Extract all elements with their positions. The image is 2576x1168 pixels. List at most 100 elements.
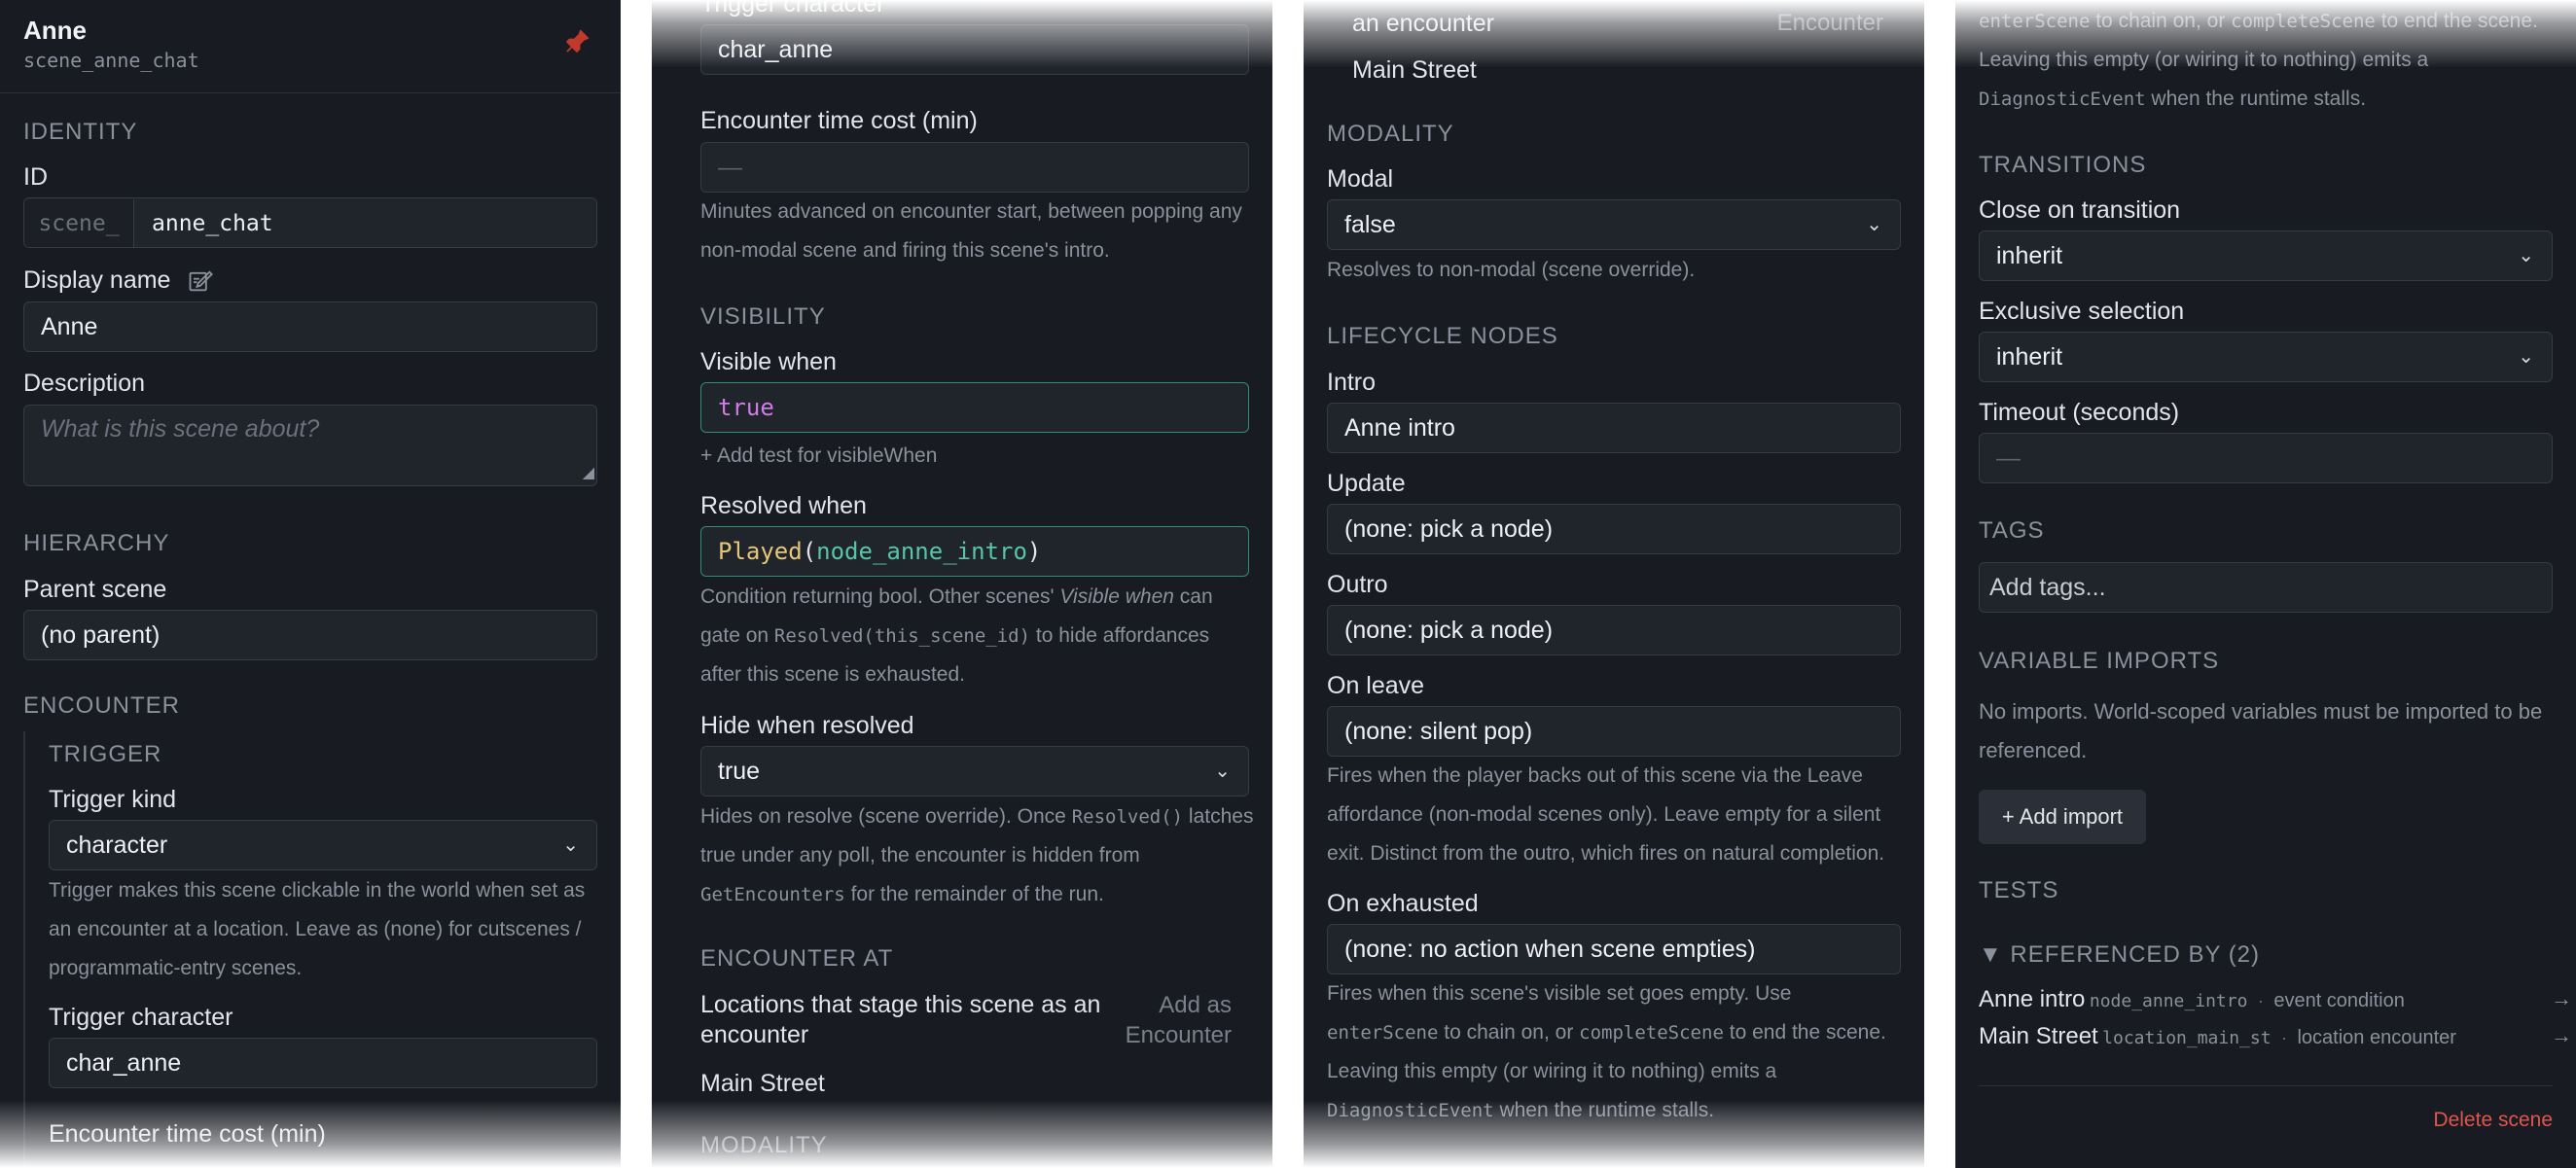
exclusive-value: inherit [1996,343,2063,371]
on-exhausted-code: completeScene [1579,1022,1724,1044]
section-hierarchy: HIERARCHY [23,530,170,556]
outro-label: Outro [1327,571,1388,598]
hide-help: Hides on resolve (scene override). Once … [700,797,1255,914]
chevron-down-icon: ⌄ [1866,214,1882,235]
add-import-button[interactable]: + Add import [1979,790,2146,844]
visible-when-label: Visible when [700,348,837,375]
trigger-character-field-2[interactable]: char_anne [700,24,1249,75]
panel-column-2: Trigger character char_anne Encounter ti… [652,0,1272,1168]
referenced-by-toggle[interactable]: ▼ REFERENCED BY (2) [1979,941,2260,969]
scene-title: Anne [23,16,87,45]
section-encounter-at: ENCOUNTER AT [700,945,894,972]
on-exhausted-help-part: to chain on, or [1444,1021,1574,1044]
chevron-down-icon: ⌄ [2518,245,2534,266]
resolved-when-editor[interactable]: Played(node_anne_intro) [700,526,1249,577]
update-field[interactable]: (none: pick a node) [1327,504,1901,554]
time-cost-field[interactable]: — [700,142,1249,193]
delete-scene-button[interactable]: Delete scene [2433,1109,2553,1132]
edit-icon[interactable] [187,267,214,295]
tags-input[interactable]: Add tags... [1979,562,2553,613]
modal-value: false [1344,211,1396,238]
on-exhausted-code: DiagnosticEvent [1327,1100,1494,1121]
section-modality: MODALITY [1327,121,1454,147]
display-name-field[interactable]: Anne [23,301,597,352]
trigger-character-label: Trigger character [49,1004,233,1031]
reference-separator: · [2257,991,2264,1010]
trigger-character-field[interactable]: char_anne [49,1038,597,1088]
on-exhausted-help-peek: enterScene to chain on, or completeScene… [1979,10,2538,110]
panel-column-4: enterScene to chain on, or completeScene… [1955,0,2576,1168]
section-tags: TAGS [1979,517,2045,544]
update-label: Update [1327,470,1406,497]
encounter-location-item[interactable]: Main Street [700,1070,825,1098]
hide-help-code: GetEncounters [700,884,845,905]
parent-scene-field[interactable]: (no parent) [23,610,597,660]
footer-divider [1979,1085,2553,1086]
pin-icon[interactable] [562,27,591,56]
reference-name: Anne intro [1979,986,2086,1012]
encounter-location-item-2[interactable]: Main Street [1352,56,1477,85]
description-textarea[interactable]: What is this scene about? ◢ [23,405,597,486]
visible-when-editor[interactable]: true [700,382,1249,433]
hide-help-part: Hides on resolve (scene override). Once [700,805,1066,828]
header-divider [0,92,621,93]
reference-kind: event condition [2273,990,2405,1011]
add-as-encounter-peek[interactable]: Encounter [1771,10,1883,37]
resolved-arg: node_anne_intro [816,538,1027,565]
close-on-transition-select[interactable]: inherit ⌄ [1979,230,2553,281]
on-exhausted-help-part: when the runtime stalls. [1499,1099,1715,1121]
encounter-indent-line [23,731,25,1168]
on-leave-field[interactable]: (none: silent pop) [1327,706,1901,757]
resolved-help: Condition returning bool. Other scenes' … [700,578,1255,694]
arrow-right-icon[interactable]: → [2551,986,2572,1011]
reference-kind: location encounter [2297,1027,2456,1048]
display-name-label: Display name [23,266,171,294]
hide-help-part: for the remainder of the run. [850,883,1104,905]
modal-label: Modal [1327,165,1394,193]
close-value: inherit [1996,242,2063,269]
timeout-label: Timeout (seconds) [1979,399,2180,426]
trigger-kind-value: character [66,832,168,859]
on-leave-help: Fires when the player backs out of this … [1327,764,1885,865]
on-exhausted-help-part: Fires when this scene's visible set goes… [1327,982,1792,1005]
resize-handle-icon[interactable]: ◢ [583,450,594,485]
resolved-open: ( [802,538,817,565]
reference-name: Main Street [1979,1023,2098,1049]
exclusive-selection-select[interactable]: inherit ⌄ [1979,332,2553,382]
close-on-transition-label: Close on transition [1979,196,2181,224]
on-exhausted-field[interactable]: (none: no action when scene empties) [1327,924,1901,974]
resolved-when-label: Resolved when [700,492,867,519]
resolved-fn: Played [718,538,803,565]
id-field[interactable]: scene_ anne_chat [23,197,597,248]
intro-field[interactable]: Anne intro [1327,403,1901,453]
hide-when-resolved-select[interactable]: true ⌄ [700,746,1249,796]
trigger-kind-label: Trigger kind [49,786,177,813]
description-placeholder: What is this scene about? [41,415,320,442]
time-cost-label: Encounter time cost (min) [49,1120,326,1148]
tags-placeholder: Add tags... [1989,574,2106,601]
chevron-down-icon: ⌄ [1214,761,1231,782]
add-test-link[interactable]: + Add test for visibleWhen [700,444,937,468]
on-leave-label: On leave [1327,672,1425,699]
modal-select[interactable]: false ⌄ [1327,199,1901,250]
imports-empty-text: No imports. World-scoped variables must … [1979,699,2543,762]
id-value: anne_chat [152,211,273,236]
resolved-help-italic: Visible when [1059,585,1174,608]
outro-field[interactable]: (none: pick a node) [1327,605,1901,655]
arrow-right-icon[interactable]: → [2551,1023,2572,1048]
hide-when-resolved-label: Hide when resolved [700,712,914,739]
resolved-help-part: Condition returning bool. Other scenes' [700,585,1055,608]
reference-row[interactable]: Anne intro node_anne_intro · event condi… [1979,986,2572,1015]
section-tests: TESTS [1979,877,2059,903]
resolved-close: ) [1026,538,1042,565]
time-cost-value: — [718,154,742,181]
reference-row[interactable]: Main Street location_main_st · location … [1979,1023,2572,1052]
timeout-field[interactable]: — [1979,433,2553,483]
panel-column-1: Anne scene_anne_chat IDENTITY ID scene_ a… [0,0,621,1168]
add-as-encounter-button[interactable]: Add as Encounter [1119,990,1232,1050]
encounter-at-description-peek: an encounter [1352,10,1494,37]
reference-id: location_main_st [2102,1028,2272,1048]
section-lifecycle: LIFECYCLE NODES [1327,323,1558,349]
intro-label: Intro [1327,369,1377,396]
trigger-kind-select[interactable]: character ⌄ [49,820,597,870]
